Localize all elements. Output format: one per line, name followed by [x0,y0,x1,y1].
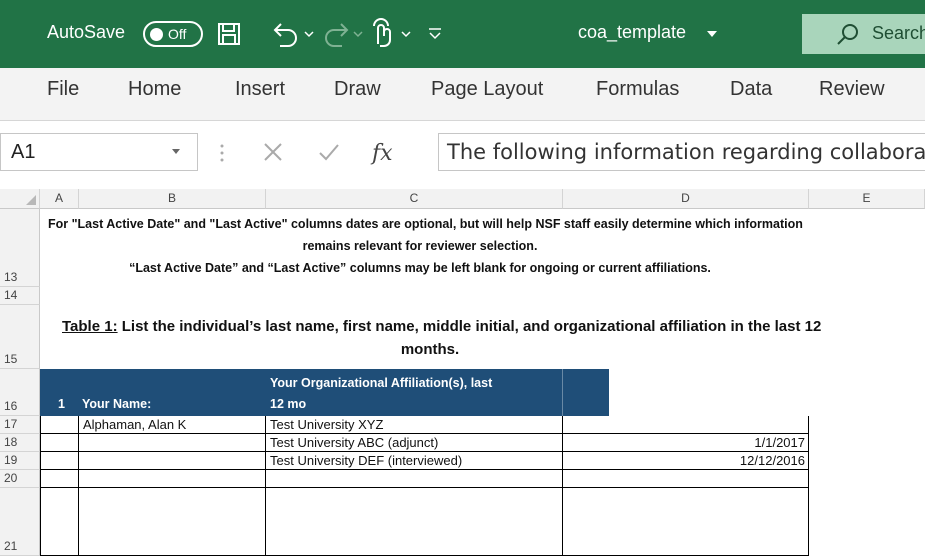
row-number: 21 [4,539,18,553]
formula-input[interactable]: The following information regarding coll… [438,133,925,171]
cell-date[interactable] [563,488,809,556]
file-name-dropdown-icon[interactable] [707,31,717,38]
table-title-text: List the individual’s last name, first n… [117,318,822,335]
toggle-knob [150,28,163,41]
cell-a[interactable] [40,452,79,470]
search-icon [837,24,858,45]
row-header-19[interactable]: 19 [0,452,40,470]
cell-name[interactable] [79,488,266,556]
tab-review[interactable]: Review [819,78,885,101]
row-number: 17 [4,417,18,431]
header-affiliation-line-1: Your Organizational Affiliation(s), last [270,376,493,390]
cell-affiliation[interactable] [266,470,563,488]
row-header-15[interactable]: 15 [0,305,40,369]
save-icon[interactable] [217,22,241,46]
tab-insert[interactable]: Insert [235,78,285,101]
tab-formulas[interactable]: Formulas [596,78,679,101]
tab-file[interactable]: File [47,78,79,101]
cell-date[interactable] [563,470,809,488]
row-header-16[interactable]: 16 [0,369,40,416]
cell-name[interactable] [79,452,266,470]
cell-affiliation[interactable]: Test University DEF (interviewed) [266,452,563,470]
cell-a[interactable] [40,434,79,452]
formula-bar: A1 fx The following information regardin… [0,120,925,185]
cancel-icon[interactable] [262,141,284,163]
cell-name[interactable] [79,434,266,452]
redo-dropdown-icon[interactable] [353,30,363,38]
name-box-value: A1 [11,141,36,163]
row-number: 13 [4,270,18,284]
cell-name[interactable]: Alphaman, Alan K [79,416,266,434]
cell-affiliation[interactable] [266,488,563,556]
note-line-3: “Last Active Date” and “Last Active” col… [129,261,711,275]
table-title: Table 1: List the individual’s last name… [62,318,821,335]
search-label: Search [872,23,925,43]
row-header-18[interactable]: 18 [0,434,40,452]
cell-a[interactable] [40,488,79,556]
name-box-dropdown-icon[interactable] [172,149,180,155]
search-box[interactable]: Search [802,14,925,54]
tab-draw[interactable]: Draw [334,78,381,101]
cell-a[interactable] [40,416,79,434]
tab-data[interactable]: Data [730,78,772,101]
row-number: 18 [4,435,18,449]
column-header-c[interactable]: C [266,189,563,209]
cell-date[interactable]: 1/1/2017 [563,434,809,452]
table-title-label: Table 1: [62,318,118,335]
header-last-active-date: Last Active Date [710,397,807,411]
autosave-state: Off [168,26,187,42]
note-line-2: remains relevant for reviewer selection. [302,239,538,253]
enter-check-icon[interactable] [317,141,341,163]
cell-affiliation[interactable]: Test University ABC (adjunct) [266,434,563,452]
column-header-a[interactable]: A [40,189,79,209]
column-header-b[interactable]: B [79,189,266,209]
cell-date[interactable]: 12/12/2016 [563,452,809,470]
cell-date[interactable] [563,416,809,434]
cell-name[interactable] [79,470,266,488]
row-header-17[interactable]: 17 [0,416,40,434]
autosave-toggle[interactable]: Off [143,21,203,47]
select-all-icon [26,195,36,205]
row-header-20[interactable]: 20 [0,470,40,488]
row-number: 15 [4,352,18,366]
title-bar: AutoSave Off coa_template Search [0,0,925,68]
note-line-1: For "Last Active Date" and "Last Active"… [48,217,803,231]
row-number: 20 [4,471,18,485]
row-header-21[interactable]: 21 [0,488,40,556]
column-header-d[interactable]: D [563,189,809,209]
worksheet-grid[interactable]: A B C D E 13 14 15 16 17 18 19 20 21 For… [0,184,925,556]
ribbon-tabs: File Home Insert Draw Page Layout Formul… [0,68,925,120]
header-number: 1 [58,397,65,411]
cell-affiliation[interactable]: Test University XYZ [266,416,563,434]
column-header-e[interactable]: E [809,189,925,209]
row-header-13[interactable]: 13 [0,209,40,287]
name-box[interactable]: A1 [0,133,198,171]
redo-icon[interactable] [322,20,352,48]
touch-mode-icon[interactable] [368,18,396,48]
formula-content: The following information regarding coll… [447,140,925,164]
select-all-corner[interactable] [0,189,40,209]
insert-function-icon[interactable]: fx [372,141,393,166]
formula-bar-grip-icon[interactable] [219,143,225,163]
autosave-label: AutoSave [47,22,126,42]
header-affiliation-line-2: 12 mo [270,397,307,411]
table-title-line-2: months. [400,341,460,358]
undo-icon[interactable] [270,20,300,48]
undo-dropdown-icon[interactable] [304,30,314,38]
table-left-border [40,416,41,556]
row-header-14[interactable]: 14 [0,287,40,305]
cell-a[interactable] [40,470,79,488]
row-number: 14 [4,288,18,302]
tab-home[interactable]: Home [128,78,181,101]
file-name[interactable]: coa_template [578,22,686,43]
row-number: 16 [4,399,18,413]
row-number: 19 [4,453,18,467]
customize-toolbar-icon[interactable] [428,27,442,41]
header-your-name: Your Name: [82,397,152,411]
header-divider [562,369,563,416]
touch-dropdown-icon[interactable] [401,30,411,38]
tab-page-layout[interactable]: Page Layout [431,78,543,101]
